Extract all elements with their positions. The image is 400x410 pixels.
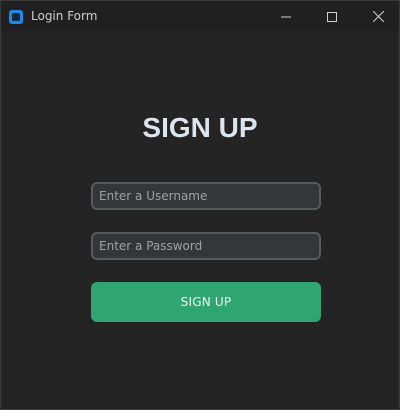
- close-icon: [372, 7, 384, 26]
- login-window: Login Form SIGN UP SIGN UP: [0, 0, 400, 410]
- title-bar[interactable]: Login Form: [1, 1, 399, 31]
- minimize-button[interactable]: [263, 1, 309, 31]
- app-icon: [9, 9, 23, 24]
- page-title: SIGN UP: [142, 112, 258, 143]
- password-field[interactable]: [91, 232, 321, 260]
- username-field[interactable]: [91, 182, 321, 210]
- window-title: Login Form: [31, 9, 98, 23]
- minimize-icon: [281, 7, 291, 26]
- maximize-icon: [327, 7, 337, 26]
- maximize-button[interactable]: [309, 1, 355, 31]
- sign-up-button[interactable]: SIGN UP: [91, 282, 321, 322]
- close-button[interactable]: [355, 1, 400, 31]
